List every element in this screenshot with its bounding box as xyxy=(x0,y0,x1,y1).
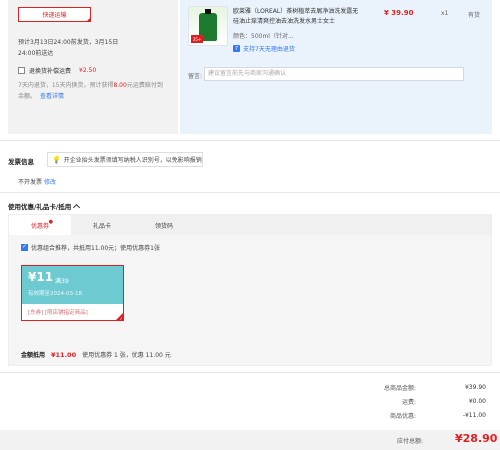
summary-value: -¥11.00 xyxy=(462,411,486,419)
coupon-tabs: 优惠券 ● 礼品卡 领货码 xyxy=(9,215,491,235)
return-insurance-price: ¥2.50 xyxy=(79,67,97,74)
coupon-combo-row[interactable]: 优惠组合推荐，共抵用11.00元；使用优惠券1张 xyxy=(21,243,160,252)
payable-amount: ¥28.90 xyxy=(455,432,498,445)
product-image[interactable]: 35+ xyxy=(188,6,228,46)
memo-label: 留言: xyxy=(188,73,203,80)
return-insurance-label: 退换货补偿运费 xyxy=(29,68,72,75)
invoice-tip: 💡 开企业抬头发票须填写纳税人识别号，以免影响报销 xyxy=(47,152,203,167)
bulb-icon: 💡 xyxy=(52,155,61,164)
coupon-combo-checkbox[interactable] xyxy=(21,243,28,251)
check-icon: ✓ xyxy=(119,316,123,321)
delivery-estimate-line2: 24:00前送达 xyxy=(18,50,54,57)
coupon-card-top: ¥11 满39 有效期至2024-03-18 xyxy=(22,266,123,304)
product-badge: 35+ xyxy=(191,35,203,43)
tab-redeem-code[interactable]: 领货码 xyxy=(133,215,195,235)
discount-summary: 金额抵用 ¥11.00 使用优惠券 1 张，优惠 11.00 元 xyxy=(21,350,171,360)
delivery-estimate: 预计3月13日24:00前发货，3月15日 24:00前送达 xyxy=(18,37,168,59)
product-stock: 有货 xyxy=(468,12,481,19)
delivery-estimate-line1: 预计3月13日24:00前发货，3月15日 xyxy=(18,39,119,46)
payable-bar: 应付总额: ¥28.90 xyxy=(0,430,500,450)
product-quantity: x1 xyxy=(441,10,449,17)
insurance-desc-line2: 余额。 xyxy=(18,93,37,100)
summary-label: 总商品金额: xyxy=(383,384,416,392)
discount-desc: 使用优惠券 1 张，优惠 11.00 元 xyxy=(82,352,171,359)
invoice-status: 不开发票 修改 xyxy=(18,177,56,186)
divider xyxy=(0,140,500,141)
tab-gift-cards-label: 礼品卡 xyxy=(92,222,111,230)
discount-label: 金额抵用 xyxy=(21,352,46,359)
product-title[interactable]: 欧莱雅（LOREAL）茶树植萃去屑净油洗发露无硅油止痒清爽控油去油洗发水男士女士 xyxy=(233,7,361,27)
memo-input[interactable]: 建议留言前先与商家沟通确认 xyxy=(204,67,464,81)
divider xyxy=(0,192,500,193)
chevron-up-icon xyxy=(73,203,81,211)
coupon-card[interactable]: ¥11 满39 有效期至2024-03-18 [东券] [限店铺指定商品] ✓ xyxy=(21,265,124,321)
return-insurance-row[interactable]: 退换货补偿运费 ¥2.50 xyxy=(18,66,96,75)
insurance-desc-post: 元运费赔付到 xyxy=(126,82,163,89)
shipping-method-label: 快递运输 xyxy=(42,12,67,19)
insurance-desc-amount: 8.00 xyxy=(113,82,127,89)
coupon-amount: ¥11 xyxy=(28,270,54,284)
return-service-icon: 7 xyxy=(233,45,240,52)
return-service-label: 支持7天无理由退货 xyxy=(243,46,295,53)
invoice-edit-link[interactable]: 修改 xyxy=(44,179,56,186)
divider xyxy=(0,372,500,373)
tab-coupons[interactable]: 优惠券 ● xyxy=(9,215,71,235)
tab-redeem-code-label: 领货码 xyxy=(154,222,173,230)
invoice-tip-text: 开企业抬头发票须填写纳税人识别号，以免影响报销 xyxy=(63,157,202,164)
order-summary: 总商品金额: ¥39.90 运费: ¥0.00 商品优惠: -¥11.00 xyxy=(316,380,486,422)
return-insurance-desc: 7天内退货，15天内换货，预计获得8.00元运费赔付到 余额。 查看详情 xyxy=(18,80,173,102)
order-item-section: 快递运输 预计3月13日24:00前发货，3月15日 24:00前送达 退换货补… xyxy=(0,0,500,140)
discount-amount: ¥11.00 xyxy=(51,350,77,359)
summary-row-shipping: 运费: ¥0.00 xyxy=(316,394,486,408)
insurance-details-link[interactable]: 查看详情 xyxy=(40,93,64,100)
product-spec: 颜色：500ml（针对... xyxy=(233,33,294,40)
coupon-combo-text: 优惠组合推荐，共抵用11.00元；使用优惠券1张 xyxy=(31,245,160,252)
coupon-section-toggle[interactable]: 使用优惠/礼品卡/抵用 xyxy=(8,201,81,211)
payable-label: 应付总额: xyxy=(397,438,424,445)
tab-coupons-label: 优惠券 xyxy=(30,222,49,230)
coupon-scope: [东券] [限店铺指定商品] xyxy=(28,310,88,316)
product-price: ¥ 39.90 xyxy=(384,9,414,17)
tab-active-dot: ● xyxy=(48,219,53,225)
summary-label: 商品优惠: xyxy=(389,412,416,420)
return-insurance-checkbox[interactable] xyxy=(18,67,25,74)
summary-value: ¥0.00 xyxy=(468,397,486,405)
summary-row-discount: 商品优惠: -¥11.00 xyxy=(316,408,486,422)
summary-label: 运费: xyxy=(401,398,416,406)
coupon-section-title: 使用优惠/礼品卡/抵用 xyxy=(8,203,72,211)
summary-row-subtotal: 总商品金额: ¥39.90 xyxy=(316,380,486,394)
insurance-desc-pre: 7天内退货，15天内换货，预计获得 xyxy=(18,82,114,89)
invoice-status-text: 不开发票 xyxy=(18,179,43,186)
shipping-method-button[interactable]: 快递运输 xyxy=(18,7,91,22)
summary-value: ¥39.90 xyxy=(465,383,486,391)
return-service[interactable]: 7 支持7天无理由退货 xyxy=(233,44,295,53)
tab-gift-cards[interactable]: 礼品卡 xyxy=(71,215,133,235)
coupon-expiry: 有效期至2024-03-18 xyxy=(28,291,82,297)
coupon-condition: 满39 xyxy=(55,278,69,285)
invoice-label: 发票信息 xyxy=(8,158,34,166)
coupon-panel: 优惠券 ● 礼品卡 领货码 优惠组合推荐，共抵用11.00元；使用优惠券1张 ¥… xyxy=(8,214,492,366)
